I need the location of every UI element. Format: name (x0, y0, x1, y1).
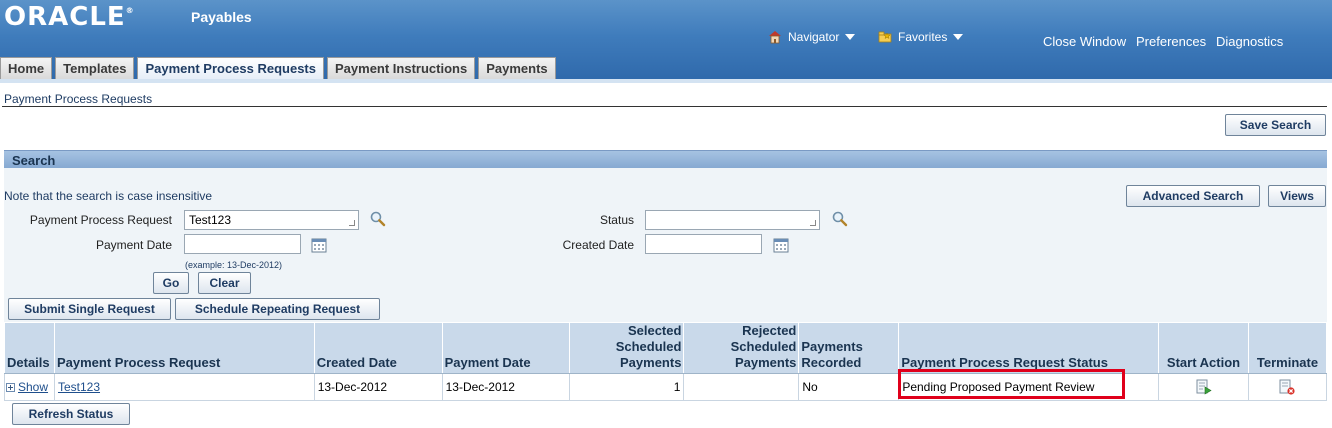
chevron-down-icon (953, 34, 964, 40)
tab-payments[interactable]: Payments (478, 57, 556, 80)
payment-date-cell: 13-Dec-2012 (441, 373, 570, 401)
status-highlight-box (898, 369, 1125, 399)
payment-date-input[interactable] (184, 234, 301, 254)
table-header-row: Details Payment Process Request Created … (4, 322, 1328, 374)
status-label: Status (599, 213, 634, 227)
close-window-link[interactable]: Close Window (1043, 34, 1126, 49)
tab-templates[interactable]: Templates (55, 57, 135, 80)
results-table: Details Payment Process Request Created … (4, 322, 1328, 401)
tab-payment-process-requests[interactable]: Payment Process Requests (137, 57, 324, 80)
search-icon[interactable] (832, 211, 848, 227)
main-tabs: Home Templates Payment Process Requests … (0, 57, 556, 80)
created-date-label: Created Date (562, 238, 634, 252)
diagnostics-link[interactable]: Diagnostics (1216, 34, 1283, 49)
app-name: Payables (191, 9, 252, 25)
show-details-link[interactable]: Show (18, 380, 48, 394)
table-row: Show Test123 13-Dec-2012 13-Dec-2012 1 N… (4, 373, 1328, 401)
col-selected-line3: Payments (620, 355, 682, 370)
col-recorded-line1: Payments (801, 339, 863, 354)
tab-home[interactable]: Home (0, 57, 53, 80)
start-action-icon[interactable] (1196, 379, 1212, 395)
status-input[interactable] (645, 210, 820, 230)
col-details: Details (4, 322, 55, 374)
col-terminate: Terminate (1247, 322, 1328, 374)
chevron-down-icon (845, 34, 856, 40)
terminate-cell (1247, 373, 1328, 401)
ppr-input[interactable]: Test123 (184, 210, 359, 230)
title-divider (2, 106, 1327, 107)
advanced-search-button[interactable]: Advanced Search (1126, 185, 1260, 207)
col-ppr[interactable]: Payment Process Request (53, 322, 315, 374)
refresh-status-button[interactable]: Refresh Status (12, 403, 130, 425)
col-ppr-status: Payment Process Request Status (898, 322, 1160, 374)
col-created-date[interactable]: Created Date (313, 322, 443, 374)
favorites-label: Favorites (898, 30, 948, 44)
expand-plus-icon[interactable] (6, 383, 15, 393)
clear-button[interactable]: Clear (198, 272, 251, 294)
tab-payment-instructions[interactable]: Payment Instructions (327, 57, 476, 80)
case-insensitive-note: Note that the search is case insensitive (4, 189, 213, 203)
save-search-button[interactable]: Save Search (1225, 114, 1326, 136)
favorites-folder-icon (878, 31, 892, 43)
views-button[interactable]: Views (1268, 185, 1326, 207)
terminate-icon[interactable] (1279, 379, 1296, 395)
start-action-cell (1158, 373, 1249, 401)
payment-date-label: Payment Date (95, 238, 172, 252)
oracle-logo: ORACLE® (4, 2, 135, 32)
col-start-action: Start Action (1158, 322, 1249, 374)
favorites-menu[interactable]: Favorites (878, 30, 964, 44)
selected-payments-cell: 1 (568, 373, 685, 401)
schedule-repeating-request-button[interactable]: Schedule Repeating Request (175, 298, 380, 320)
home-icon (769, 31, 781, 44)
col-selected-line2: Scheduled (615, 339, 682, 354)
col-selected-scheduled-payments: Selected Scheduled Payments (568, 322, 685, 374)
payments-recorded-cell: No (798, 373, 900, 401)
details-cell[interactable]: Show (4, 373, 55, 401)
calendar-icon[interactable] (773, 237, 789, 253)
rejected-payments-cell (683, 373, 800, 401)
col-rejected-line2: Scheduled (730, 339, 797, 354)
navigator-menu[interactable]: Navigator (768, 30, 856, 44)
created-date-cell: 13-Dec-2012 (313, 373, 443, 401)
col-selected-line1: Selected (627, 323, 682, 338)
created-date-input[interactable] (645, 234, 762, 254)
submit-single-request-button[interactable]: Submit Single Request (8, 298, 171, 320)
col-payment-date[interactable]: Payment Date (441, 322, 570, 374)
navigator-label: Navigator (788, 30, 840, 44)
col-payments-recorded: Payments Recorded (798, 322, 900, 374)
tab-strip (0, 79, 1332, 83)
col-rejected-line3: Payments (734, 355, 797, 370)
go-button[interactable]: Go (153, 272, 189, 294)
page-title: Payment Process Requests (4, 92, 153, 106)
app-header: ORACLE® Payables Navigator Favorites Clo… (0, 0, 1332, 80)
search-section-header: Search (4, 150, 1327, 168)
col-rejected-line1: Rejected (742, 323, 797, 338)
col-recorded-line2: Recorded (801, 355, 862, 370)
search-icon[interactable] (370, 211, 386, 227)
date-format-example: (example: 13-Dec-2012) (185, 260, 283, 270)
ppr-cell: Test123 (53, 373, 315, 401)
ppr-link[interactable]: Test123 (58, 380, 100, 394)
ppr-label: Payment Process Request (29, 213, 172, 227)
preferences-link[interactable]: Preferences (1136, 34, 1206, 49)
calendar-icon[interactable] (311, 237, 327, 253)
col-rejected-scheduled-payments: Rejected Scheduled Payments (683, 322, 800, 374)
search-section-title: Search (12, 153, 56, 168)
